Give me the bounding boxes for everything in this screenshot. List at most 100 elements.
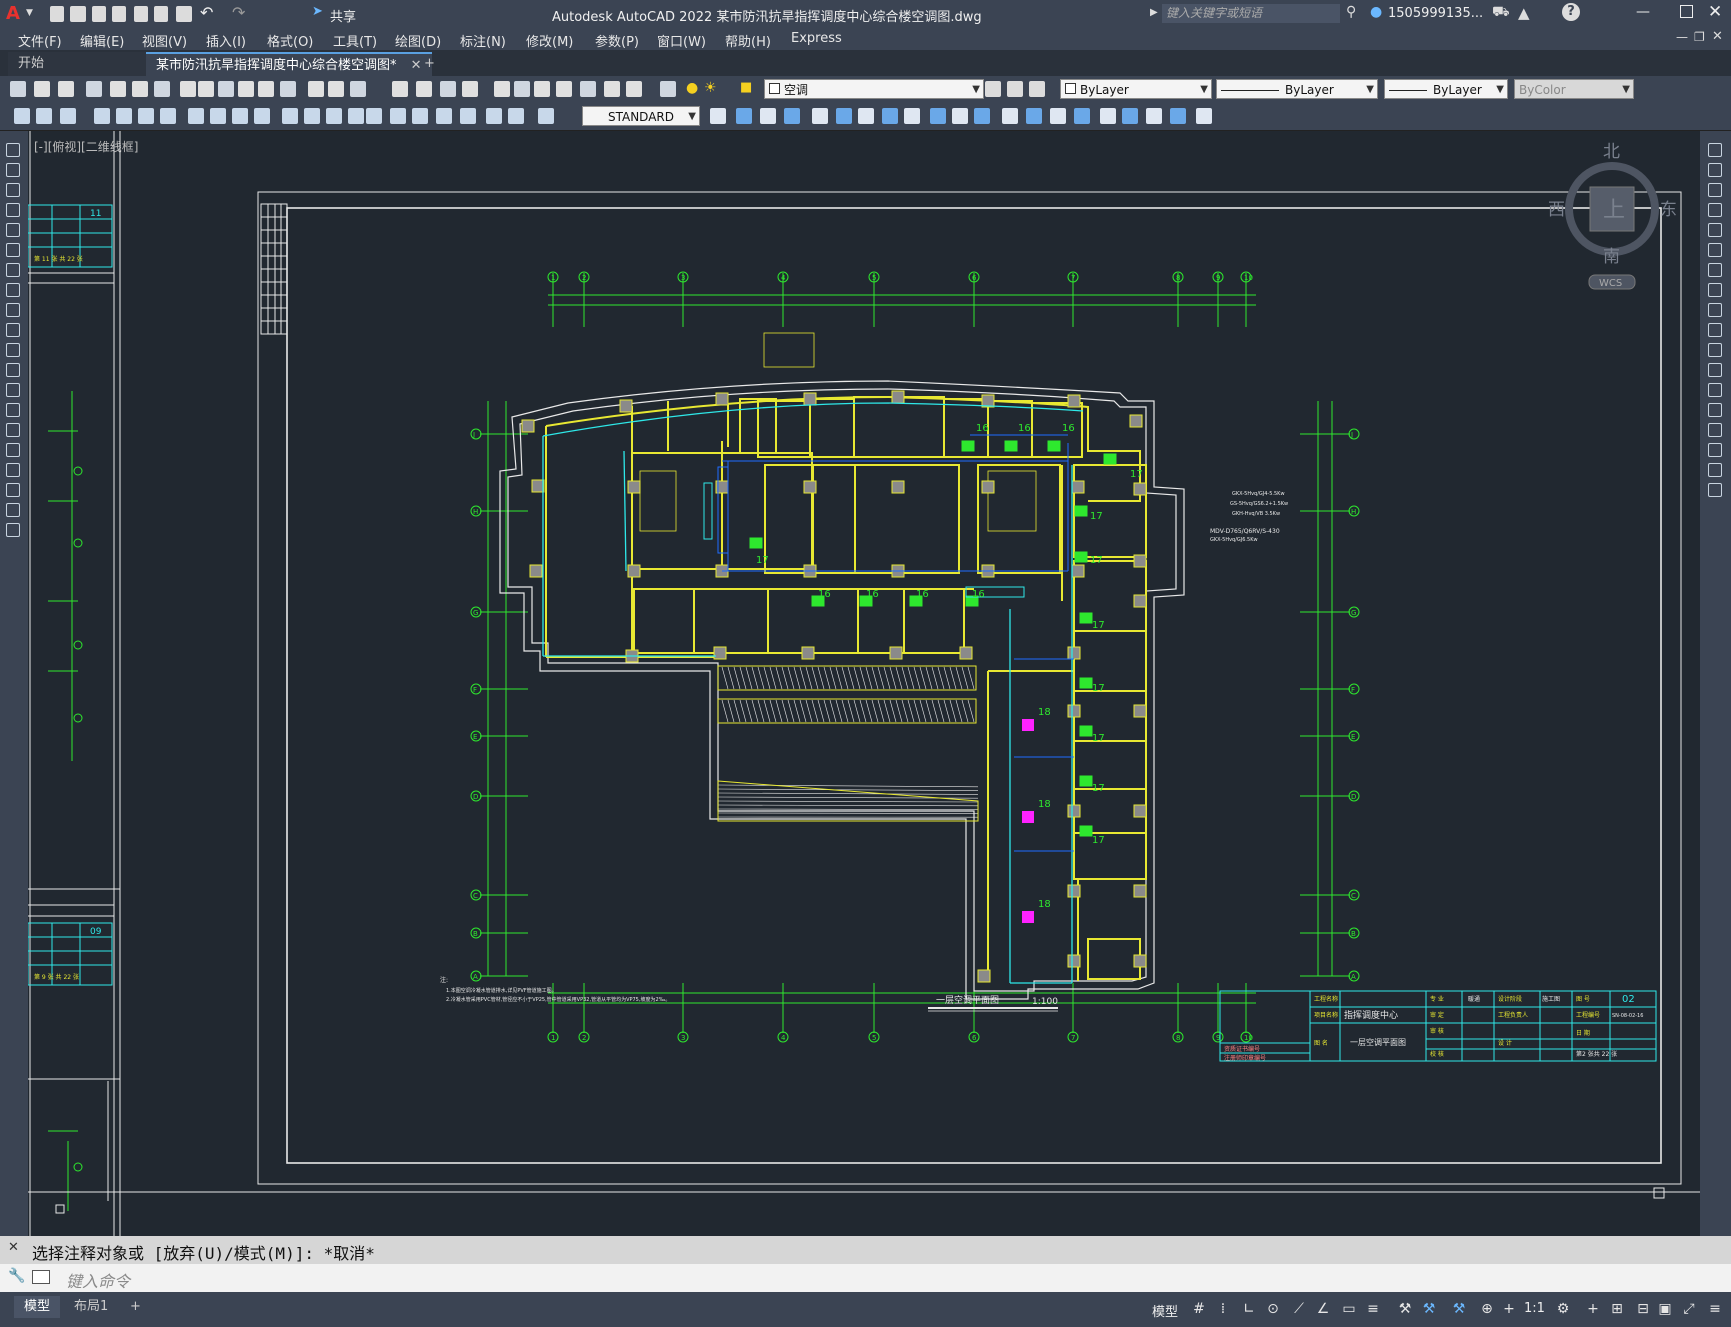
plot-icon[interactable] <box>176 6 192 22</box>
modify-tool-icon[interactable] <box>1708 383 1722 397</box>
layer-match-icon[interactable] <box>1007 81 1023 97</box>
draw-tool-icon[interactable] <box>6 263 20 277</box>
toolbar-icon[interactable] <box>460 108 476 124</box>
draw-tool-icon[interactable] <box>6 203 20 217</box>
draw-tool-icon[interactable] <box>6 243 20 257</box>
cart-icon[interactable]: ⛟ <box>1492 4 1510 22</box>
search-icon[interactable]: ⚲ <box>1346 4 1356 20</box>
toolbar-icon[interactable] <box>218 81 234 97</box>
command-close-icon[interactable]: ✕ <box>8 1240 19 1255</box>
status-toggle-icon[interactable]: ⤢ <box>1680 1301 1698 1317</box>
app-menu-chevron-icon[interactable]: ▼ <box>26 8 33 18</box>
layer-on-icon[interactable]: ● <box>686 80 698 96</box>
status-toggle-icon[interactable]: + <box>1500 1301 1518 1317</box>
toolbar-icon[interactable] <box>34 81 50 97</box>
modify-tool-icon[interactable] <box>1708 183 1722 197</box>
layer-thaw-icon[interactable]: ☀ <box>704 80 717 96</box>
toolbar-icon[interactable] <box>110 81 126 97</box>
menu-file[interactable]: 文件(F) <box>18 31 62 50</box>
new-file-icon[interactable] <box>50 6 64 22</box>
doc-minimize-icon[interactable]: — <box>1676 30 1688 44</box>
modify-tool-icon[interactable] <box>1708 243 1722 257</box>
status-toggle-icon[interactable]: ⚙ <box>1554 1301 1572 1317</box>
menu-tools[interactable]: 工具(T) <box>333 31 377 50</box>
linetype-dropdown[interactable]: ByLayer ▼ <box>1216 79 1378 99</box>
menu-draw[interactable]: 绘图(D) <box>395 31 441 50</box>
share-icon[interactable]: ➤ <box>312 4 323 19</box>
open-file-icon[interactable] <box>70 6 86 22</box>
toolbar-icon[interactable] <box>882 108 898 124</box>
menu-modify[interactable]: 修改(M) <box>526 31 573 50</box>
toolbar-icon[interactable] <box>580 81 596 97</box>
toolbar-icon[interactable] <box>132 81 148 97</box>
toolbar-icon[interactable] <box>904 108 920 124</box>
draw-tool-icon[interactable] <box>6 303 20 317</box>
draw-tool-icon[interactable] <box>6 283 20 297</box>
toolbar-icon[interactable] <box>1002 108 1018 124</box>
viewcube-north[interactable]: 北 <box>1603 142 1620 162</box>
menu-view[interactable]: 视图(V) <box>142 31 187 50</box>
toolbar-icon[interactable] <box>198 81 214 97</box>
draw-tool-icon[interactable] <box>6 483 20 497</box>
toolbar-icon[interactable] <box>282 108 298 124</box>
status-toggle-icon[interactable]: ⚒ <box>1420 1301 1438 1317</box>
modify-tool-icon[interactable] <box>1708 303 1722 317</box>
menu-insert[interactable]: 插入(I) <box>206 31 246 50</box>
modify-tool-icon[interactable] <box>1708 403 1722 417</box>
draw-tool-icon[interactable] <box>6 163 20 177</box>
status-toggle-icon[interactable]: ▭ <box>1340 1301 1358 1317</box>
modify-tool-icon[interactable] <box>1708 143 1722 157</box>
toolbar-icon[interactable] <box>348 108 364 124</box>
menu-help[interactable]: 帮助(H) <box>725 31 771 50</box>
toolbar-icon[interactable] <box>138 108 154 124</box>
toolbar-icon[interactable] <box>210 108 226 124</box>
toolbar-icon[interactable] <box>86 81 102 97</box>
doc-close-icon[interactable]: ✕ <box>1712 29 1723 44</box>
menu-parametric[interactable]: 参数(P) <box>595 31 639 50</box>
status-toggle-icon[interactable]: ⊟ <box>1634 1301 1652 1317</box>
status-toggle-icon[interactable]: ∟ <box>1240 1301 1258 1317</box>
minimize-icon[interactable]: — <box>1636 4 1650 20</box>
save-as-icon[interactable] <box>112 6 126 22</box>
toolbar-icon[interactable] <box>258 81 274 97</box>
autodesk-a360-icon[interactable]: ▲ <box>1518 4 1530 22</box>
toolbar-icon[interactable] <box>366 108 382 124</box>
menu-window[interactable]: 窗口(W) <box>657 31 706 50</box>
save-icon[interactable] <box>92 6 106 22</box>
toolbar-icon[interactable] <box>604 81 620 97</box>
viewcube-west[interactable]: 西 <box>1548 200 1565 220</box>
status-toggle-icon[interactable]: ⊙ <box>1264 1301 1282 1317</box>
toolbar-icon[interactable] <box>238 81 254 97</box>
draw-tool-icon[interactable] <box>6 383 20 397</box>
toolbar-icon[interactable] <box>556 81 572 97</box>
draw-tool-icon[interactable] <box>6 463 20 477</box>
toolbar-icon[interactable] <box>930 108 946 124</box>
undo-icon[interactable]: ↶ <box>200 3 213 22</box>
command-prompt-icon[interactable] <box>32 1270 50 1284</box>
toolbar-icon[interactable] <box>508 108 524 124</box>
toolbar-icon[interactable] <box>494 81 510 97</box>
draw-tool-icon[interactable] <box>6 183 20 197</box>
draw-tool-icon[interactable] <box>6 423 20 437</box>
toolbar-icon[interactable] <box>350 81 366 97</box>
tab-active-drawing[interactable]: 某市防汛抗旱指挥调度中心综合楼空调图* ✕ <box>146 52 432 78</box>
status-toggle-icon[interactable]: ∠ <box>1314 1301 1332 1317</box>
status-toggle-icon[interactable]: ≡ <box>1364 1301 1382 1317</box>
toolbar-icon[interactable] <box>60 108 76 124</box>
toolbar-icon[interactable] <box>1100 108 1116 124</box>
new-tab-button[interactable]: + <box>414 52 445 76</box>
menu-dimension[interactable]: 标注(N) <box>460 31 506 50</box>
toolbar-icon[interactable] <box>36 108 52 124</box>
menu-edit[interactable]: 编辑(E) <box>80 31 124 50</box>
modify-tool-icon[interactable] <box>1708 203 1722 217</box>
modify-tool-icon[interactable] <box>1708 283 1722 297</box>
command-input[interactable]: 键入命令 <box>66 1268 130 1292</box>
modify-tool-icon[interactable] <box>1708 363 1722 377</box>
status-toggle-icon[interactable]: # <box>1190 1301 1208 1317</box>
toolbar-icon[interactable] <box>58 81 74 97</box>
toolbar-icon[interactable] <box>304 108 320 124</box>
modify-tool-icon[interactable] <box>1708 343 1722 357</box>
status-toggle-icon[interactable]: ⚒ <box>1396 1301 1414 1317</box>
toolbar-icon[interactable] <box>188 108 204 124</box>
toolbar-icon[interactable] <box>154 81 170 97</box>
